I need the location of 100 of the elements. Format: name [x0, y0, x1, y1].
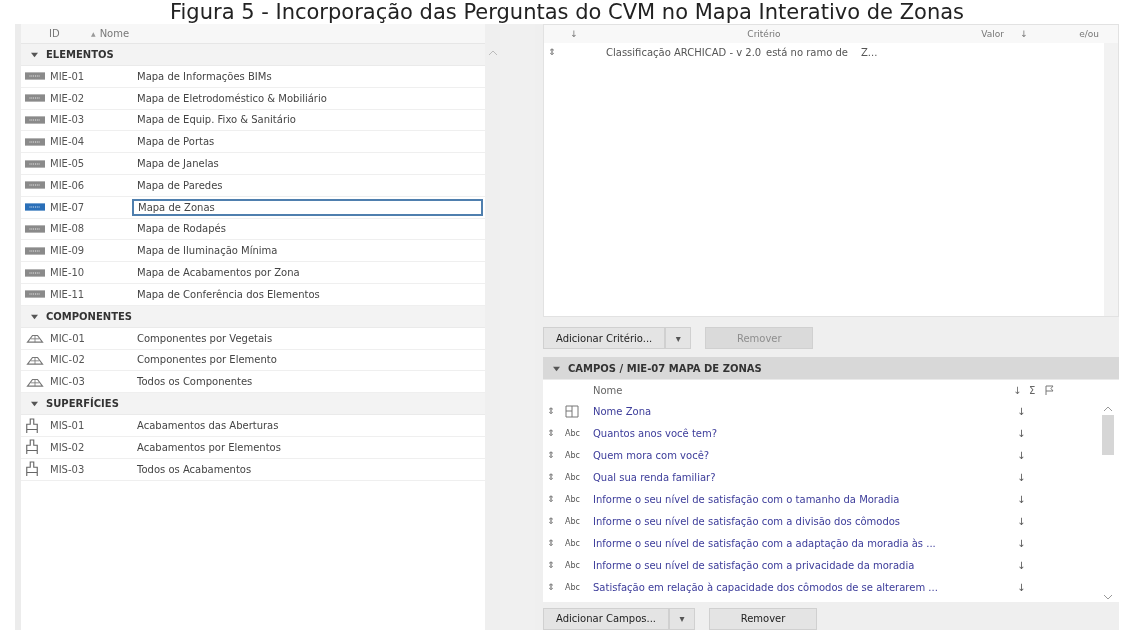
group-header[interactable]: COMPONENTES	[21, 305, 486, 328]
view-row[interactable]: MIS-03 Todos os Acabamentos	[21, 458, 486, 481]
sort-indicator[interactable]: ↓	[1017, 405, 1026, 417]
view-name: Acabamentos das Aberturas	[136, 419, 280, 434]
scroll-up-icon[interactable]	[1104, 406, 1112, 413]
table-cell-text: está no ramo de	[766, 46, 849, 58]
scroll-up-icon[interactable]	[488, 50, 497, 56]
view-name: Todos os Acabamentos	[136, 462, 253, 477]
column-header[interactable]: Valor	[924, 29, 1004, 39]
expand-icon[interactable]	[31, 51, 38, 58]
drag-handle[interactable]: ⇕	[543, 472, 565, 483]
drag-handle[interactable]: ⇕	[543, 582, 565, 593]
drag-handle[interactable]: ⇕	[543, 516, 565, 527]
dropdown-button[interactable]: ▾	[669, 608, 695, 630]
view-id: MIS-02	[50, 441, 86, 453]
column-header[interactable]: ↓	[544, 29, 604, 39]
schedule-icon	[25, 202, 45, 213]
view-row[interactable]: MIE-09 Mapa de Iluminação Mínima	[21, 240, 486, 263]
view-id: MIE-08	[50, 223, 86, 235]
view-row[interactable]: MIE-11 Mapa de Conferência dos Elementos	[21, 283, 486, 306]
section-title: CAMPOS / MIE-07 MAPA DE ZONAS	[568, 362, 762, 374]
scrollbar[interactable]	[1101, 406, 1115, 600]
column-header[interactable]: Critério	[604, 29, 924, 39]
components-icon	[25, 376, 45, 387]
view-id: MIS-01	[50, 420, 86, 432]
remove-button[interactable]: Remover	[709, 608, 817, 630]
type-label: Abc	[565, 428, 580, 438]
column-header[interactable]: Σ	[1029, 384, 1045, 396]
view-row[interactable]: MIC-02 Componentes por Elemento	[21, 349, 486, 372]
view-row[interactable]: MIE-02 Mapa de Eletrodoméstico & Mobiliário	[21, 87, 486, 110]
view-row[interactable]: MIS-01 Acabamentos das Aberturas	[21, 415, 486, 437]
view-name: Componentes por Elemento	[136, 353, 278, 368]
drag-handle[interactable]: ⇕	[543, 494, 565, 505]
group-header[interactable]: SUPERFÍCIES	[21, 393, 486, 416]
type-label: Abc	[565, 582, 580, 592]
column-header[interactable]: Nome	[543, 384, 1013, 396]
view-row[interactable]: MIE-01 Mapa de Informações BIMs	[21, 66, 486, 88]
sort-indicator[interactable]: ↓	[1017, 449, 1026, 461]
type-label: Abc	[565, 472, 580, 482]
sort-indicator[interactable]: ↓	[1017, 471, 1026, 483]
schedule-icon	[25, 223, 45, 234]
column-header[interactable]: ↓	[1013, 384, 1029, 396]
schedule-icon	[25, 245, 45, 256]
view-row[interactable]: MIE-07 Mapa de Zonas	[21, 196, 486, 219]
schedule-icon	[25, 158, 45, 169]
field-name[interactable]: Informe o seu nível de satisfação com a privacidade da moradia	[593, 559, 1017, 571]
expand-icon[interactable]	[553, 364, 560, 372]
field-name[interactable]: Nome Zona	[593, 405, 1017, 417]
table-cell-text: Z...	[861, 46, 879, 58]
sort-indicator[interactable]: ↓	[1017, 427, 1026, 439]
drag-handle[interactable]: ⇕	[543, 428, 565, 439]
view-name: Mapa de Conferência dos Elementos	[136, 287, 321, 302]
field-name[interactable]: Quem mora com você?	[593, 449, 1017, 461]
view-row[interactable]: MIE-05 Mapa de Janelas	[21, 153, 486, 175]
field-name[interactable]: Quantos anos você tem?	[593, 427, 1017, 439]
scrollbar[interactable]	[1104, 43, 1118, 317]
section-header[interactable]: CAMPOS / MIE-07 MAPA DE ZONAS	[543, 357, 1119, 381]
column-header[interactable]: e/ou	[1044, 29, 1099, 39]
view-row[interactable]: MIE-08 Mapa de Rodapés	[21, 218, 486, 241]
scroll-down-icon[interactable]	[1104, 594, 1112, 600]
view-row[interactable]: MIS-02 Acabamentos por Elementos	[21, 436, 486, 459]
sort-indicator[interactable]: ↓	[1017, 493, 1026, 505]
view-row[interactable]: MIE-10 Mapa de Acabamentos por Zona	[21, 262, 486, 284]
add-fields-button[interactable]: Adicionar Campos...	[543, 608, 669, 630]
sort-indicator[interactable]: ↓	[1017, 581, 1026, 593]
brush-icon	[25, 417, 39, 434]
view-name: Todos os Componentes	[136, 375, 254, 390]
expand-icon[interactable]	[31, 400, 38, 408]
drag-handle[interactable]: ⇕	[543, 560, 565, 571]
field-name[interactable]: Satisfação em relação à capacidade dos cômodos de se alterarem ...	[593, 581, 1017, 593]
column-header[interactable]: Nome	[99, 28, 130, 39]
field-name[interactable]: Informe o seu nível de satisfação com a adaptação da moradia às ...	[593, 537, 1017, 549]
dropdown-button[interactable]: ▾	[665, 327, 692, 350]
drag-handle[interactable]: ⇕	[544, 47, 566, 57]
sort-indicator[interactable]: ↓	[1017, 515, 1026, 527]
group-header[interactable]: ELEMENTOS	[21, 44, 486, 66]
flag-icon[interactable]	[1045, 385, 1055, 396]
sort-indicator[interactable]: ↓	[1017, 559, 1026, 571]
field-name[interactable]: Informe o seu nível de satisfação com o tamanho da Moradia	[593, 493, 1017, 505]
type-label: Abc	[565, 560, 580, 570]
drag-handle[interactable]: ⇕	[543, 406, 565, 417]
view-id: MIE-11	[50, 288, 86, 300]
expand-icon[interactable]	[31, 312, 38, 320]
view-row[interactable]: MIE-03 Mapa de Equip. Fixo & Sanitário	[21, 109, 486, 132]
field-name[interactable]: Qual sua renda familiar?	[593, 471, 1017, 483]
drag-handle[interactable]: ⇕	[543, 450, 565, 461]
scroll-thumb[interactable]	[1102, 415, 1114, 456]
view-row[interactable]: MIC-01 Componentes por Vegetais	[21, 327, 486, 350]
drag-handle[interactable]: ⇕	[543, 538, 565, 549]
column-header[interactable]: ID	[21, 28, 91, 39]
view-row[interactable]: MIE-04 Mapa de Portas	[21, 131, 486, 154]
view-row[interactable]: MIE-06 Mapa de Paredes	[21, 175, 486, 197]
schedule-icon	[25, 93, 45, 104]
column-header[interactable]: ↓	[1004, 29, 1044, 39]
schedule-icon	[25, 289, 45, 300]
add-criterion-button[interactable]: Adicionar Critério...	[543, 327, 666, 350]
sort-indicator[interactable]: ↓	[1017, 537, 1026, 549]
field-name[interactable]: Informe o seu nível de satisfação com a divisão dos cômodos	[593, 515, 1017, 527]
schedule-icon	[25, 136, 45, 147]
schedule-icon	[25, 115, 45, 125]
